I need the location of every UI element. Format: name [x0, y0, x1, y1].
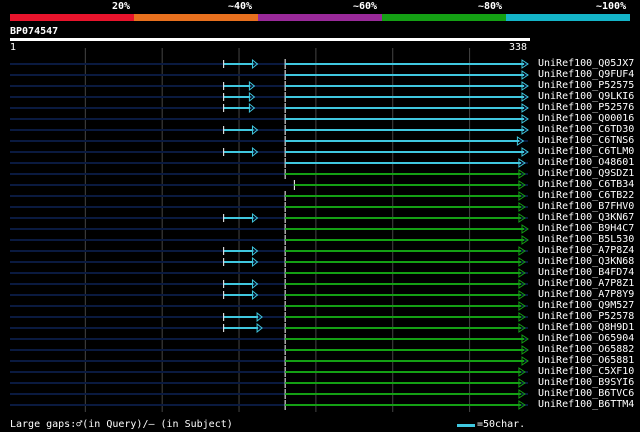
hit-label[interactable]: UniRef100_Q9LKI6 [538, 91, 634, 102]
hit-label[interactable]: UniRef100_C6TLM0 [538, 146, 634, 157]
hit-label[interactable]: UniRef100_B9SYI6 [538, 377, 634, 388]
hit-label[interactable]: UniRef100_P52578 [538, 311, 634, 322]
hit-label[interactable]: UniRef100_B4FD74 [538, 267, 634, 278]
hit-label[interactable]: UniRef100_A7P8Z4 [538, 245, 634, 256]
hit-label[interactable]: UniRef100_C6TNS6 [538, 135, 634, 146]
hit-label[interactable]: UniRef100_B7FHV0 [538, 201, 634, 212]
hit-label[interactable]: UniRef100_C6TB22 [538, 190, 634, 201]
hit-label[interactable]: UniRef100_Q9FUF4 [538, 69, 634, 80]
hit-label[interactable]: UniRef100_O65904 [538, 333, 634, 344]
hit-label[interactable]: UniRef100_P52576 [538, 102, 634, 113]
hit-label[interactable]: UniRef100_Q05JX7 [538, 58, 634, 69]
hit-label[interactable]: UniRef100_Q9M527 [538, 300, 634, 311]
scale-legend-bar [457, 424, 475, 427]
hit-label[interactable]: UniRef100_Q3KN67 [538, 212, 634, 223]
hit-label[interactable]: UniRef100_C5XF10 [538, 366, 634, 377]
hit-label[interactable]: UniRef100_B5L530 [538, 234, 634, 245]
hit-label[interactable]: UniRef100_Q8H9D1 [538, 322, 634, 333]
hit-label[interactable]: UniRef100_O65881 [538, 355, 634, 366]
scale-legend-text: =50char. [477, 419, 526, 430]
hit-label[interactable]: UniRef100_Q9SDZ1 [538, 168, 634, 179]
hit-label[interactable]: UniRef100_C6TB34 [538, 179, 634, 190]
hit-label[interactable]: UniRef100_A7P8Y9 [538, 289, 634, 300]
hit-label[interactable]: UniRef100_A7P8Z1 [538, 278, 634, 289]
hit-label[interactable]: UniRef100_B6TTM4 [538, 399, 634, 410]
hit-label[interactable]: UniRef100_C6TD30 [538, 124, 634, 135]
hit-label[interactable]: UniRef100_B6TVC6 [538, 388, 634, 399]
hit-label[interactable]: UniRef100_O48601 [538, 157, 634, 168]
hit-label[interactable]: UniRef100_O65882 [538, 344, 634, 355]
hit-label[interactable]: UniRef100_B9H4C7 [538, 223, 634, 234]
hit-label[interactable]: UniRef100_P52575 [538, 80, 634, 91]
hit-label[interactable]: UniRef100_Q00016 [538, 113, 634, 124]
hit-label[interactable]: UniRef100_Q3KN68 [538, 256, 634, 267]
gaps-legend: Large gaps:♂(in Query)/– (in Subject) [10, 419, 233, 430]
